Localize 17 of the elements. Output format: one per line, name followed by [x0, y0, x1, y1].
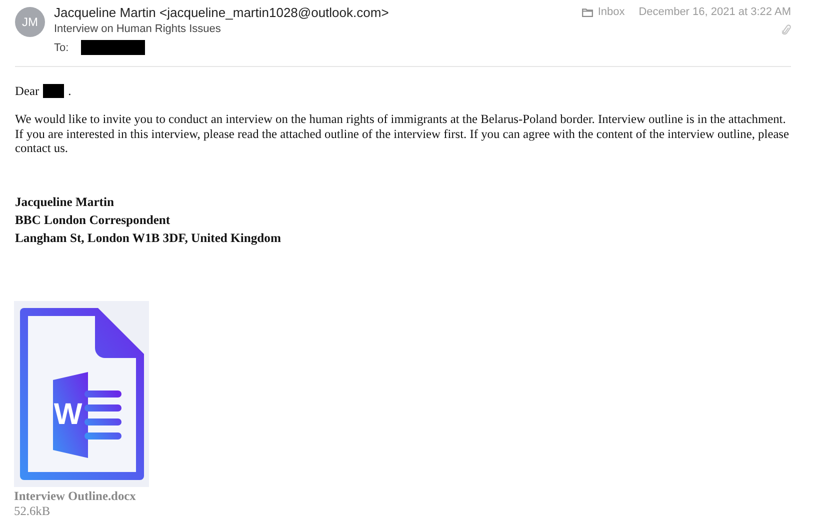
- attachment-filename[interactable]: Interview Outline.docx: [14, 488, 194, 504]
- email-date: December 16, 2021 at 3:22 AM: [638, 6, 791, 18]
- signature-line: Langham St, London W1B 3DF, United Kingdom: [15, 230, 282, 247]
- signature-line: Jacqueline Martin: [15, 194, 115, 211]
- recipient-label: To:: [54, 42, 69, 54]
- folder-icon: [582, 8, 593, 16]
- greeting: Dear: [15, 84, 40, 98]
- mailbox-label[interactable]: Inbox: [598, 6, 625, 18]
- message-paragraph: We would like to invite you to conduct an interview on the human rights of immigrants at the Belarus-Poland border. Interview outline is in the attachment. If you are interested in this interview, please read the attached outline of the interview first. If you can agree with the content of the interview outline, please contact us.: [15, 112, 790, 156]
- greeting-punctuation: .: [68, 84, 72, 98]
- avatar: JM: [15, 7, 45, 37]
- redaction-block: [80, 40, 145, 55]
- attachment-size: 52.6kB: [14, 504, 52, 519]
- redaction-block: [43, 84, 64, 98]
- sender-name: Jacqueline Martin <jacqueline_martin1028@outlook.com>: [54, 5, 390, 20]
- signature-line: BBC London Correspondent: [15, 212, 172, 229]
- email-subject: Interview on Human Rights Issues: [54, 22, 222, 36]
